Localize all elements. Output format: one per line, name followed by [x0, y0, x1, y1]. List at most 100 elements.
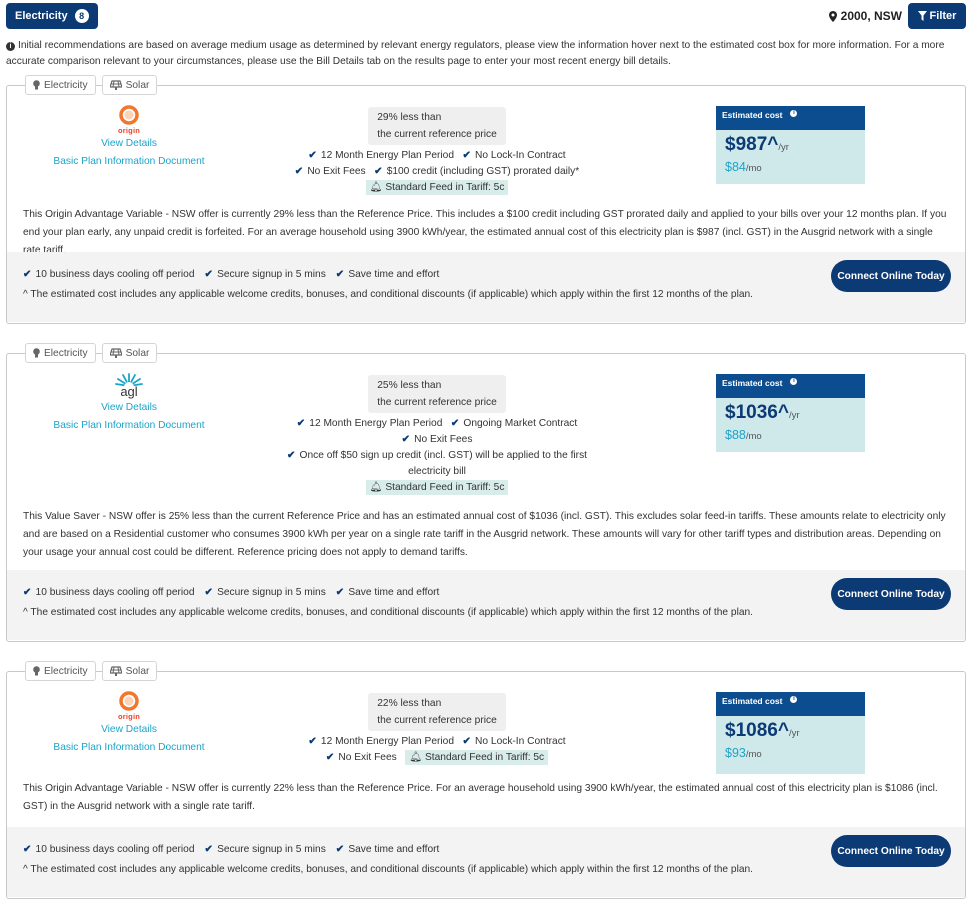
view-details-link[interactable]: View Details: [49, 135, 209, 153]
tag-solar: Solar: [101, 661, 158, 681]
connect-online-button[interactable]: Connect Online Today: [831, 260, 951, 292]
check-icon: ✔: [308, 736, 317, 747]
feature-text: No Lock-In Contract: [475, 736, 566, 747]
connect-online-button[interactable]: Connect Online Today: [831, 578, 951, 610]
feature-text: Ongoing Market Contract: [463, 418, 578, 429]
footnote: ^ The estimated cost includes any applic…: [23, 289, 754, 300]
feature-text: $100 credit (including GST) prorated dai…: [386, 166, 580, 177]
info-icon[interactable]: i: [790, 378, 798, 385]
check-icon: ✔: [296, 418, 306, 429]
benefit-item: ✔ Save time and effort: [336, 586, 440, 600]
tag-electricity-label: Electricity: [44, 79, 88, 91]
lightbulb-icon: [33, 666, 40, 676]
check-icon: ✔: [308, 150, 317, 161]
recommendation-note-text: Initial recommendations are based on ave…: [6, 40, 945, 67]
footnote: ^ The estimated cost includes any applic…: [23, 607, 754, 618]
check-icon: ✔: [325, 752, 335, 763]
check-icon: ✔: [335, 269, 345, 280]
reference-price-badge: 29% less than the current reference price: [368, 107, 506, 145]
map-pin-icon: [828, 10, 837, 22]
basic-plan-doc-link[interactable]: Basic Plan Information Document: [49, 739, 209, 757]
bell-icon: 🔔︎: [369, 482, 383, 493]
tag-solar-label: Solar: [125, 347, 150, 359]
bell-icon: 🔔︎: [369, 182, 383, 193]
tag-solar-label: Solar: [125, 665, 150, 677]
recommendation-note: i Initial recommendations are based on av…: [6, 38, 968, 70]
feature-item: ✔ No Exit Fees: [402, 434, 473, 445]
feature-item: ✔ $100 credit (including GST) prorated da…: [374, 166, 579, 177]
funnel-icon: [917, 11, 927, 21]
feature-text: electricity bill: [408, 466, 466, 477]
electricity-category-button[interactable]: Electricity 8: [6, 3, 98, 29]
feature-text: No Lock-In Contract: [475, 150, 566, 161]
feed-in-tariff-badge: 🔔︎ Standard Feed in Tariff: 5c: [365, 480, 509, 495]
plan-footer: ✔ 10 business days cooling off period ✔ Se…: [7, 570, 965, 640]
estimated-cost-header: Estimated cost i: [716, 374, 865, 398]
feature-text: No Exit Fees: [338, 752, 397, 763]
benefit-item: ✔ Save time and effort: [336, 268, 440, 282]
basic-plan-doc-link[interactable]: Basic Plan Information Document: [49, 153, 209, 171]
plan-features: 29% less than the current reference price…: [282, 107, 592, 196]
per-year-unit: /yr: [788, 728, 800, 739]
feature-text: No Exit Fees: [307, 166, 366, 177]
annual-cost-value: $987^: [725, 134, 779, 155]
pct-text: 25% less than: [377, 380, 442, 391]
category-label: Electricity: [15, 10, 68, 22]
plan-card: Electricity Solar origin View Details Ba…: [6, 75, 966, 324]
feed-in-tariff-badge: 🔔︎ Standard Feed in Tariff: 5c: [365, 180, 509, 195]
solar-panel-icon: [109, 80, 122, 90]
lightbulb-icon: [33, 348, 40, 358]
benefit-text: 10 business days cooling off period: [35, 844, 195, 855]
bell-icon: 🔔︎: [409, 752, 423, 763]
results-toolbar: Electricity 8 2000, NSW Filter: [6, 3, 966, 29]
reference-price-badge: 25% less than the current reference price: [368, 375, 506, 413]
estimated-cost-box: Estimated cost i $987^/yr $84/mo: [716, 106, 865, 184]
check-icon: ✔: [204, 269, 214, 280]
view-details-link[interactable]: View Details: [49, 721, 209, 739]
reference-price-badge: 22% less than the current reference price: [368, 693, 506, 731]
benefits-list: ✔ 10 business days cooling off period ✔ Se…: [23, 268, 439, 282]
check-icon: ✔: [204, 587, 214, 598]
origin-logo-word: origin: [117, 126, 141, 135]
benefit-item: ✔ 10 business days cooling off period: [23, 268, 195, 282]
benefit-text: Save time and effort: [348, 587, 440, 598]
plan-features: 22% less than the current reference price…: [282, 693, 592, 766]
feature-item: ✔ Ongoing Market Contract: [451, 418, 577, 429]
plan-tags: Electricity Solar: [25, 75, 158, 95]
monthly-cost-value: $84: [725, 160, 746, 174]
filter-label: Filter: [929, 10, 957, 22]
monthly-cost-value: $93: [725, 746, 746, 760]
feature-text: 12 Month Energy Plan Period: [320, 736, 454, 747]
plan-card: Electricity Solar agl View Details Basic…: [6, 343, 966, 642]
estimated-cost-box: Estimated cost i $1036^/yr $88/mo: [716, 374, 865, 452]
info-icon[interactable]: i: [790, 696, 798, 703]
check-icon: ✔: [401, 434, 411, 445]
feed-in-text: Standard Feed in Tariff: 5c: [385, 482, 505, 493]
plan-tags: Electricity Solar: [25, 661, 158, 681]
plan-features: 25% less than the current reference price…: [282, 375, 592, 496]
annual-cost-value: $1086^: [725, 720, 789, 741]
info-icon: i: [6, 42, 15, 51]
feature-text: No Exit Fees: [414, 434, 473, 445]
feature-item: ✔ 12 Month Energy Plan Period: [297, 418, 443, 429]
view-details-link[interactable]: View Details: [49, 399, 209, 417]
lightbulb-icon: [33, 80, 40, 90]
check-icon: ✔: [335, 587, 345, 598]
estimated-cost-header: Estimated cost i: [716, 106, 865, 130]
basic-plan-doc-link[interactable]: Basic Plan Information Document: [49, 417, 209, 435]
plan-footer: ✔ 10 business days cooling off period ✔ Se…: [7, 827, 965, 897]
feed-in-text: Standard Feed in Tariff: 5c: [385, 182, 505, 193]
location-indicator[interactable]: 2000, NSW: [828, 9, 902, 23]
benefit-text: Secure signup in 5 mins: [217, 587, 326, 598]
filter-button[interactable]: Filter: [908, 3, 966, 29]
connect-online-button[interactable]: Connect Online Today: [831, 835, 951, 867]
benefit-text: 10 business days cooling off period: [35, 269, 195, 280]
check-icon: ✔: [374, 166, 383, 177]
feature-text: 12 Month Energy Plan Period: [309, 418, 443, 429]
retailer-block: origin View Details Basic Plan Informati…: [49, 691, 209, 757]
tag-electricity-label: Electricity: [44, 347, 88, 359]
info-icon[interactable]: i: [790, 110, 798, 117]
per-year-unit: /yr: [778, 142, 789, 153]
tag-solar-label: Solar: [125, 79, 150, 91]
plan-description: This Origin Advantage Variable - NSW off…: [23, 783, 938, 812]
